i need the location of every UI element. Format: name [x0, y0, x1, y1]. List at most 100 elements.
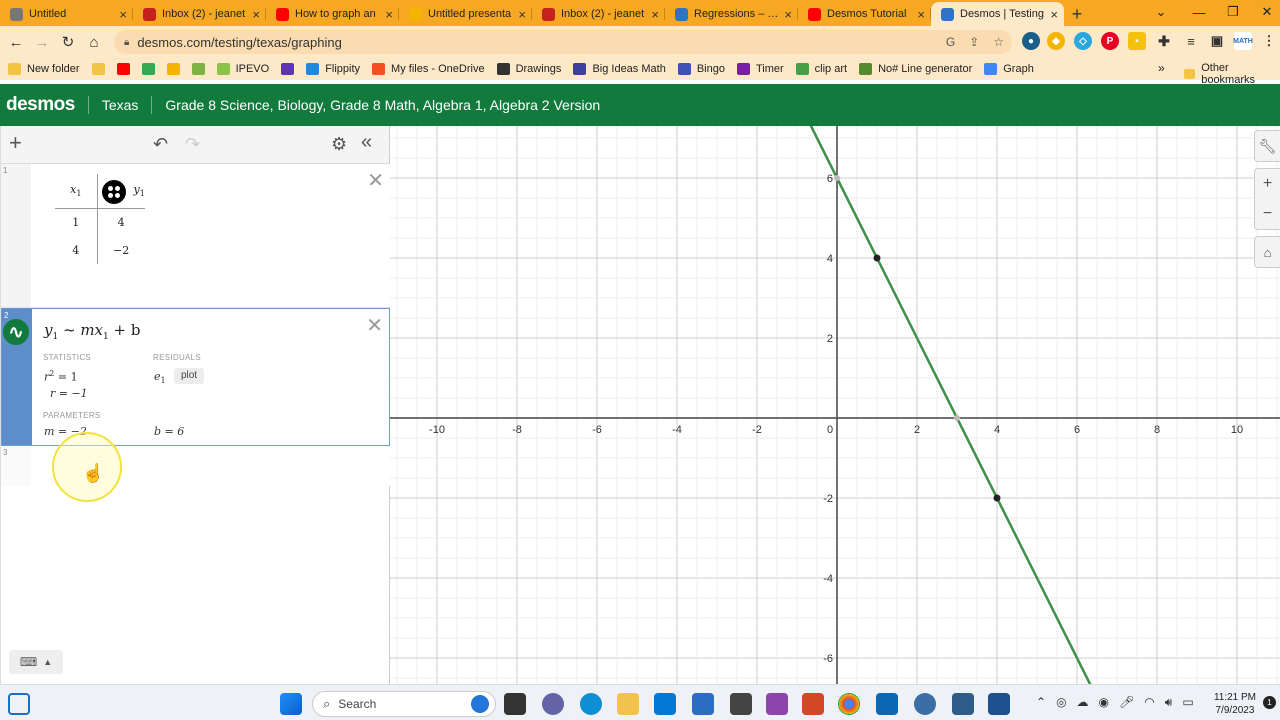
point-style-icon[interactable]: [101, 180, 126, 204]
bookmark-item[interactable]: Graph: [984, 63, 1034, 75]
close-window-icon[interactable]: ✕: [1244, 0, 1280, 24]
whiteboard-icon[interactable]: [692, 693, 714, 715]
regression-expression[interactable]: 2 ∿ ✕ y1 ~ mx1 + b STATISTICS r2 = 1 r =…: [1, 308, 390, 446]
calculator-icon[interactable]: [730, 693, 752, 715]
reload-icon[interactable]: ↻: [55, 29, 81, 55]
browser-tab[interactable]: Untitled ×: [0, 2, 133, 26]
redo-icon[interactable]: ↷: [185, 134, 200, 155]
tray-app-icon[interactable]: ◉: [1099, 695, 1109, 710]
tray-chevron-icon[interactable]: ⌃: [1036, 695, 1046, 710]
bookmark-item[interactable]: [166, 63, 186, 75]
delete-expression-icon[interactable]: ✕: [367, 168, 384, 193]
delete-expression-icon[interactable]: ✕: [366, 313, 383, 338]
bookmark-item[interactable]: IPEVO: [216, 63, 269, 75]
chat-icon[interactable]: [542, 693, 564, 715]
keyboard-toggle-button[interactable]: ⌨ ▲: [9, 650, 63, 674]
table-cell[interactable]: 4: [97, 208, 145, 236]
browser-tab[interactable]: Inbox (2) - jeanet ×: [532, 2, 665, 26]
extension-2-icon[interactable]: ◆: [1047, 32, 1065, 50]
reading-list-icon[interactable]: ≡: [1182, 32, 1200, 50]
home-view-icon[interactable]: ⌂: [1254, 236, 1280, 268]
browser-tab[interactable]: Regressions – De ×: [665, 2, 798, 26]
table-cell[interactable]: 1: [55, 208, 98, 236]
taskbar-clock[interactable]: 11:21 PM 7/9/2023: [1214, 691, 1256, 717]
graph-paper[interactable]: -10 -8 -6 -4 -2 0 2 4 6 8 10 6 4 2 -2 -4 -6 🔧︎ + − ⌂: [390, 126, 1280, 684]
home-icon[interactable]: ⌂: [81, 29, 107, 55]
new-tab-icon[interactable]: +: [1064, 2, 1090, 26]
widgets-icon[interactable]: [8, 693, 30, 715]
regression-wave-icon[interactable]: ∿: [3, 319, 29, 345]
url-bar[interactable]: 🔒︎ desmos.com/testing/texas/graphing G ⇪…: [114, 30, 1012, 54]
browser-tab[interactable]: How to graph an ×: [266, 2, 399, 26]
onedrive-icon[interactable]: ☁: [1077, 695, 1089, 710]
collapse-panel-icon[interactable]: «: [361, 131, 372, 154]
zoom-in-icon[interactable]: +: [1263, 175, 1272, 193]
bookmark-item[interactable]: Drawings: [496, 63, 561, 75]
browser-tab[interactable]: Desmos Tutorial ×: [798, 2, 931, 26]
app-icon[interactable]: [914, 693, 936, 715]
more-bookmarks-icon[interactable]: »: [1158, 61, 1165, 75]
battery-icon[interactable]: ▭: [1182, 695, 1193, 710]
close-tab-icon[interactable]: ×: [518, 7, 526, 22]
zoom-out-icon[interactable]: −: [1263, 205, 1272, 223]
bookmark-item[interactable]: [141, 63, 161, 75]
close-tab-icon[interactable]: ×: [119, 7, 127, 22]
edge-icon[interactable]: [580, 693, 602, 715]
file-explorer-icon[interactable]: [617, 693, 639, 715]
volume-icon[interactable]: 🔊︎: [1165, 695, 1173, 710]
chrome-icon[interactable]: [838, 693, 860, 715]
screen-recorder-icon[interactable]: [876, 693, 898, 715]
bookmark-item[interactable]: [191, 63, 211, 75]
bookmark-item[interactable]: [91, 63, 111, 75]
regression-formula[interactable]: y1 ~ mx1 + b: [44, 321, 140, 342]
forward-icon[interactable]: →: [29, 29, 55, 55]
add-item-icon[interactable]: +: [9, 130, 22, 156]
taskbar-search[interactable]: ⌕ Search: [312, 691, 496, 717]
bing-icon[interactable]: [471, 695, 489, 713]
microphone-icon[interactable]: 🎤︎: [1119, 695, 1134, 710]
settings-gear-icon[interactable]: ⚙: [331, 134, 347, 155]
extension-1-icon[interactable]: ●: [1022, 32, 1040, 50]
tray-app-icon[interactable]: ◎: [1056, 695, 1066, 710]
bookmark-star-icon[interactable]: ☆: [993, 35, 1004, 49]
residual-variable[interactable]: e1: [154, 370, 166, 385]
graph-settings-wrench-icon[interactable]: 🔧︎: [1254, 130, 1280, 162]
bookmark-item[interactable]: [281, 63, 300, 75]
browser-tab[interactable]: Untitled presenta ×: [399, 2, 532, 26]
table-header-y[interactable]: y1: [97, 174, 145, 209]
table-cell[interactable]: −2: [97, 236, 145, 264]
powerpoint-icon[interactable]: [802, 693, 824, 715]
notification-badge[interactable]: 1: [1263, 696, 1276, 709]
close-tab-icon[interactable]: ×: [784, 7, 792, 22]
undo-icon[interactable]: ↶: [153, 134, 168, 155]
bookmark-item[interactable]: clip art: [795, 63, 847, 75]
wifi-icon[interactable]: ◠: [1144, 695, 1154, 710]
bookmark-item[interactable]: New folder: [8, 63, 80, 75]
start-windows-icon[interactable]: [280, 693, 302, 715]
close-tab-icon[interactable]: ×: [385, 7, 393, 22]
google-lens-icon[interactable]: G: [946, 35, 955, 49]
bookmark-item[interactable]: Timer: [736, 63, 784, 75]
bookmark-item[interactable]: No# Line generator: [859, 63, 972, 75]
extension-3-icon[interactable]: ◇: [1074, 32, 1092, 50]
menu-icon[interactable]: ⋮: [1260, 32, 1278, 50]
snipping-tool-icon[interactable]: [766, 693, 788, 715]
close-tab-icon[interactable]: ×: [1050, 7, 1058, 22]
side-panel-icon[interactable]: ▣: [1208, 32, 1226, 50]
close-tab-icon[interactable]: ×: [651, 7, 659, 22]
desmos-logo[interactable]: desmos: [6, 94, 75, 116]
back-icon[interactable]: ←: [3, 29, 29, 55]
table-header-x[interactable]: x1: [55, 174, 98, 209]
app-icon[interactable]: [952, 693, 974, 715]
task-view-icon[interactable]: [504, 693, 526, 715]
bookmark-item[interactable]: My files - OneDrive: [372, 63, 485, 75]
extensions-puzzle-icon[interactable]: ✚: [1155, 32, 1173, 50]
table-expression[interactable]: 1 ✕ x1 y1 1 4 4 −2: [1, 164, 390, 308]
math-extension-icon[interactable]: MATH: [1233, 32, 1253, 50]
mail-icon[interactable]: [654, 693, 676, 715]
plot-residuals-button[interactable]: plot: [174, 368, 204, 384]
close-tab-icon[interactable]: ×: [252, 7, 260, 22]
browser-tab[interactable]: Desmos | Testing ×: [931, 2, 1064, 26]
bookmark-item[interactable]: Flippity: [306, 63, 360, 75]
graph-svg[interactable]: -10 -8 -6 -4 -2 0 2 4 6 8 10 6 4 2 -2 -4 -6: [390, 126, 1280, 684]
